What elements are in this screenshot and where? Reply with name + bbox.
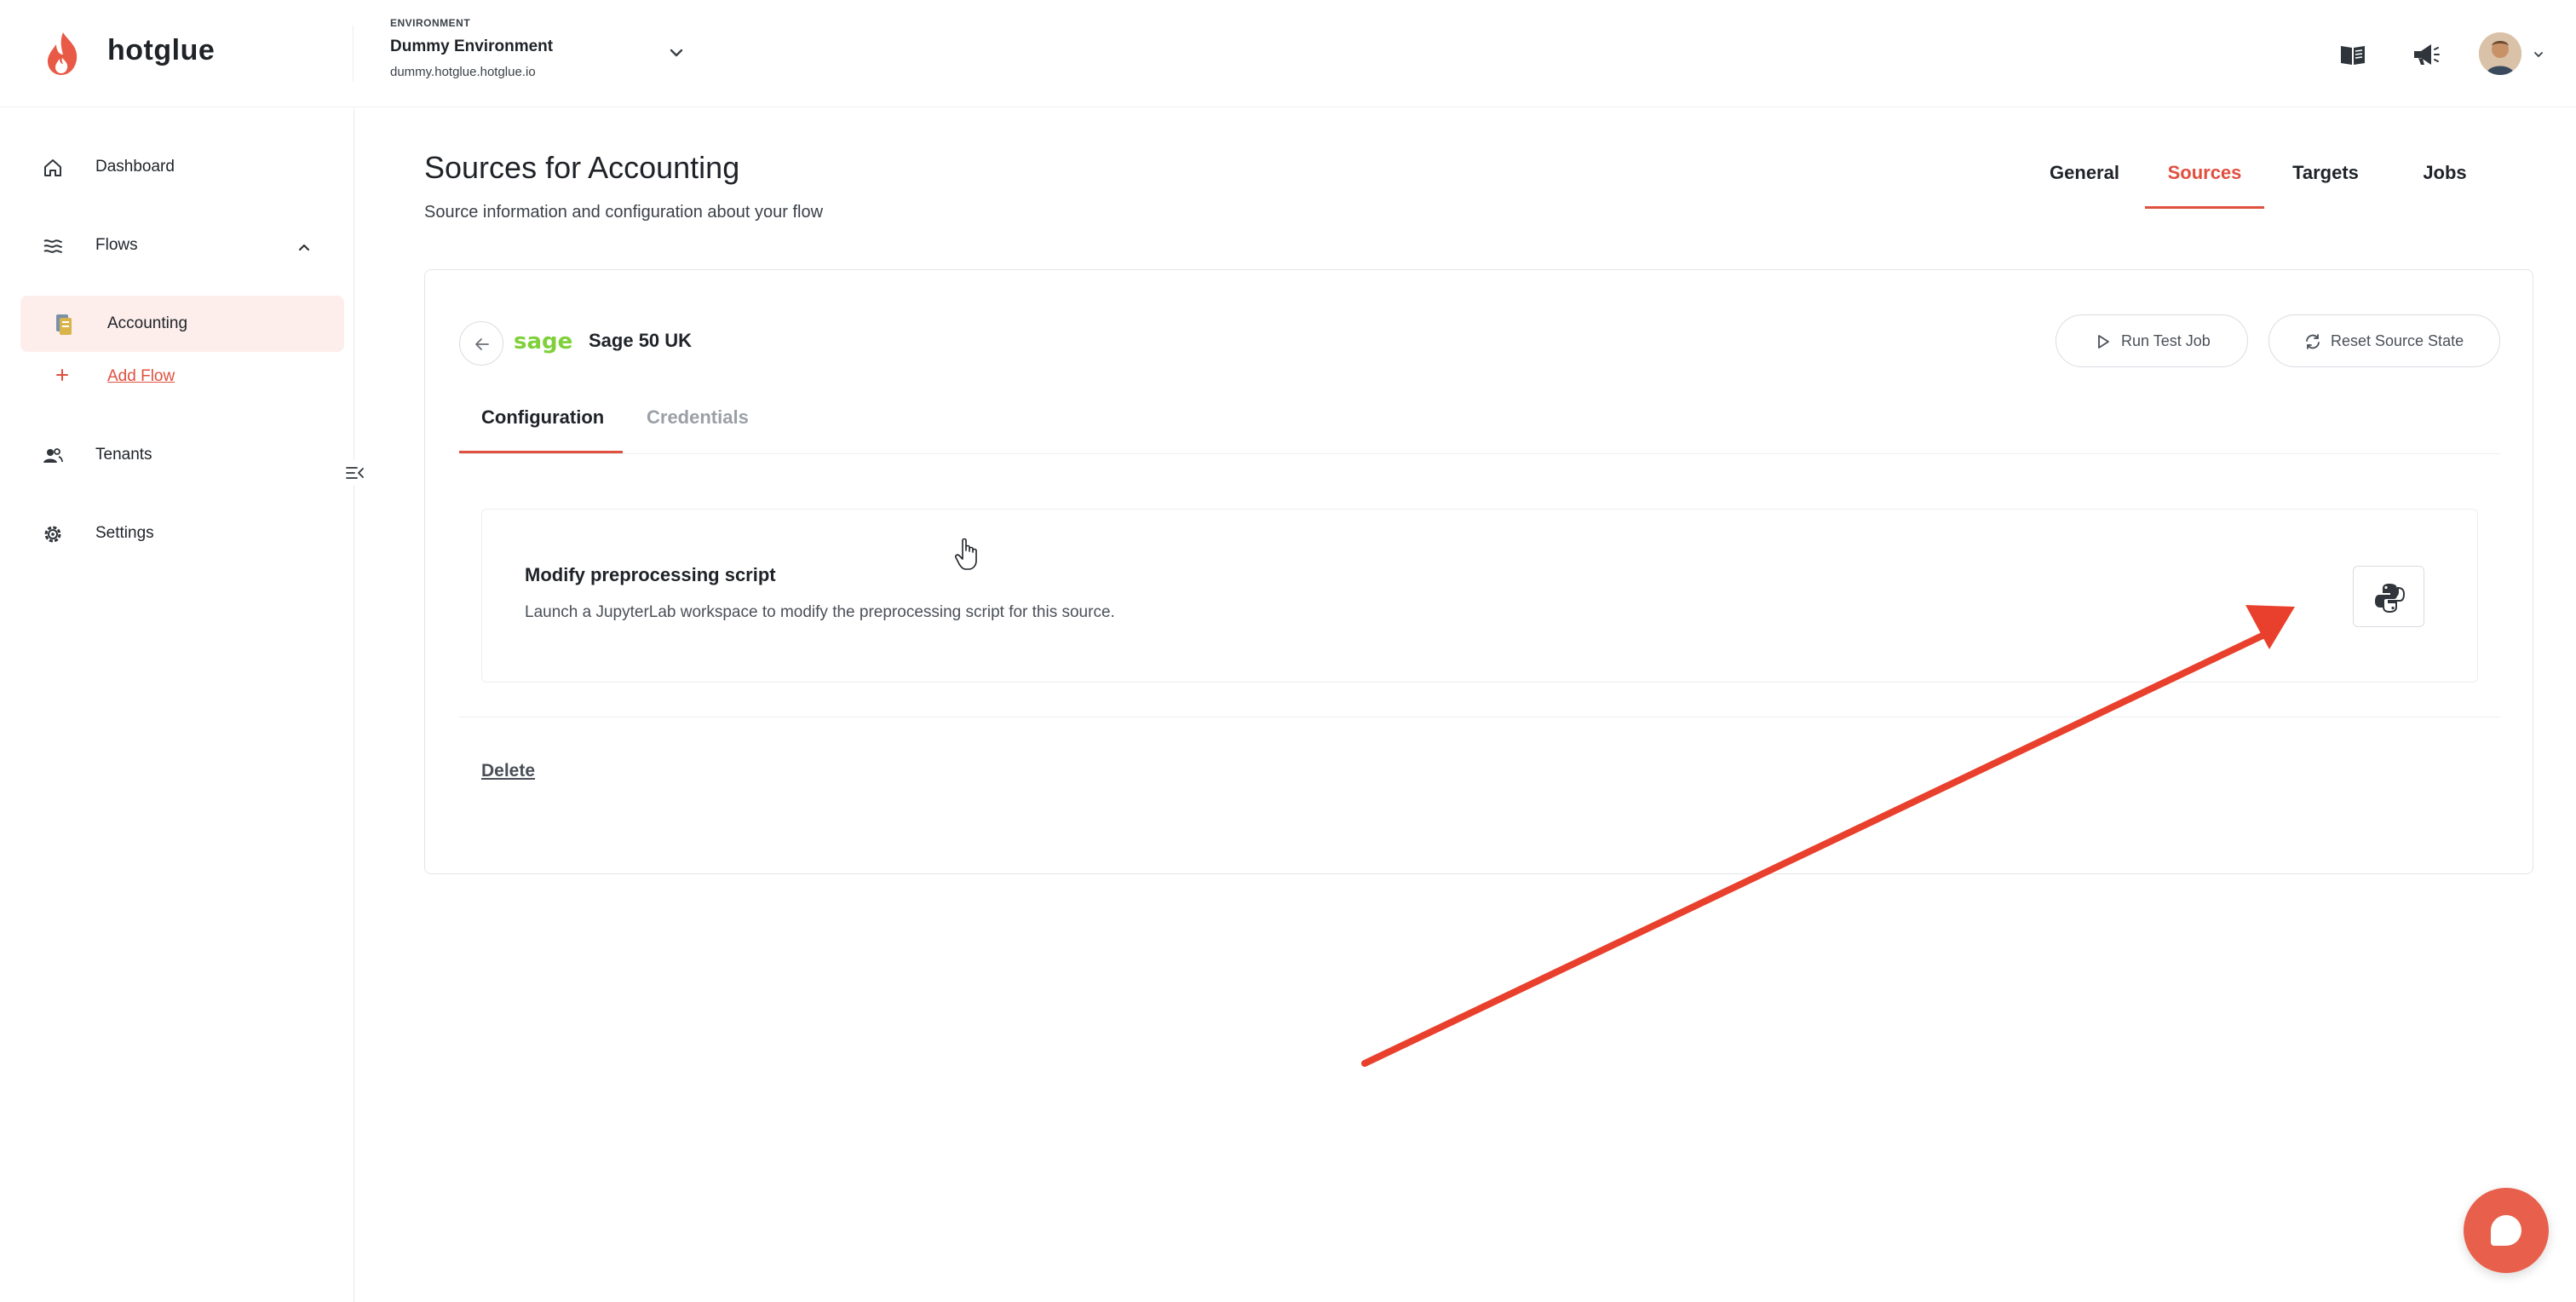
hand-cursor-icon [955, 538, 977, 570]
sage-logo-text: sage 50 [514, 329, 573, 354]
user-avatar[interactable] [2479, 32, 2521, 75]
home-icon [44, 159, 61, 176]
script-title: Modify preprocessing script [525, 564, 776, 585]
sidebar-item-label: Tenants [95, 446, 152, 464]
page-title: Sources for Accounting [424, 150, 740, 185]
sidebar-item-label: Accounting [107, 314, 188, 332]
environment-chevron-down-icon[interactable] [664, 41, 688, 65]
environment-caption: ENVIRONMENT [390, 17, 471, 29]
users-icon [43, 448, 63, 463]
sidebar-item-label: Dashboard [95, 158, 175, 176]
subtab-credentials[interactable]: Credentials [647, 406, 749, 454]
source-card: sage 50 Sage 50 UK Run Test Job Reset So… [424, 269, 2533, 874]
sidebar-item-label: Settings [95, 524, 154, 542]
subtab-active-indicator [459, 451, 623, 453]
chevron-up-icon[interactable] [293, 236, 315, 258]
preprocessing-script-panel: Modify preprocessing script Launch a Jup… [481, 509, 2478, 683]
top-bar: hotglue ENVIRONMENT Dummy Environment du… [0, 0, 2576, 107]
python-icon [2375, 584, 2406, 614]
support-chat-button[interactable] [2464, 1188, 2549, 1273]
script-description: Launch a JupyterLab workspace to modify … [525, 603, 1115, 621]
avatar-portrait-icon [2479, 32, 2521, 75]
run-test-job-button[interactable]: Run Test Job [2056, 314, 2248, 367]
source-name: Sage 50 UK [589, 330, 693, 351]
sage-50-logo-icon: sage 50 [514, 329, 573, 354]
tab-targets[interactable]: Targets [2283, 162, 2368, 210]
book-icon[interactable] [2336, 37, 2370, 72]
launch-jupyterlab-button[interactable] [2353, 566, 2424, 627]
environment-url: dummy.hotglue.hotglue.io [390, 65, 536, 79]
page: hotglue ENVIRONMENT Dummy Environment du… [0, 0, 2576, 1302]
arrow-left-icon [475, 338, 489, 350]
sidebar-item-label: Flows [95, 236, 138, 254]
accounting-flow-icon [56, 314, 72, 335]
collapse-sidebar-icon [346, 467, 364, 479]
gear-icon [44, 526, 61, 543]
plus-icon [56, 369, 68, 381]
run-test-job-label: Run Test Job [2121, 332, 2211, 349]
sidebar-item-settings[interactable]: Settings [0, 509, 354, 560]
collapse-sidebar-button[interactable] [342, 460, 368, 486]
brand-name[interactable]: hotglue [107, 34, 215, 67]
tab-general[interactable]: General [2039, 162, 2130, 210]
play-icon [2098, 335, 2109, 349]
tab-sources[interactable]: Sources [2145, 162, 2264, 210]
sidebar-item-dashboard[interactable]: Dashboard [0, 142, 354, 193]
add-flow-label: Add Flow [107, 367, 175, 385]
delete-source-link[interactable]: Delete [481, 761, 535, 781]
avatar-chevron-down-icon[interactable] [2530, 46, 2547, 63]
reset-source-state-button[interactable]: Reset Source State [2268, 314, 2500, 367]
tab-jobs[interactable]: Jobs [2402, 162, 2487, 210]
sidebar: Dashboard Flows Accounting Add Flow Tena… [0, 108, 354, 1302]
header-divider [353, 26, 354, 82]
hotglue-flame-logo-icon[interactable] [39, 29, 87, 77]
subtab-divider [459, 453, 2500, 454]
page-subtitle: Source information and configuration abo… [424, 203, 824, 222]
reset-source-state-label: Reset Source State [2331, 332, 2464, 349]
back-button[interactable] [459, 321, 503, 366]
refresh-icon [2306, 334, 2320, 349]
sidebar-item-accounting[interactable]: Accounting [20, 296, 344, 352]
subtab-configuration[interactable]: Configuration [481, 406, 604, 454]
environment-name[interactable]: Dummy Environment [390, 37, 553, 56]
add-flow-link[interactable]: Add Flow [51, 357, 239, 395]
sidebar-item-tenants[interactable]: Tenants [0, 430, 354, 481]
tab-active-indicator [2145, 206, 2264, 209]
chat-bubble-icon [2491, 1215, 2521, 1246]
sidebar-item-flows[interactable]: Flows [0, 221, 354, 272]
megaphone-icon[interactable] [2407, 37, 2441, 72]
flows-icon [43, 239, 62, 253]
